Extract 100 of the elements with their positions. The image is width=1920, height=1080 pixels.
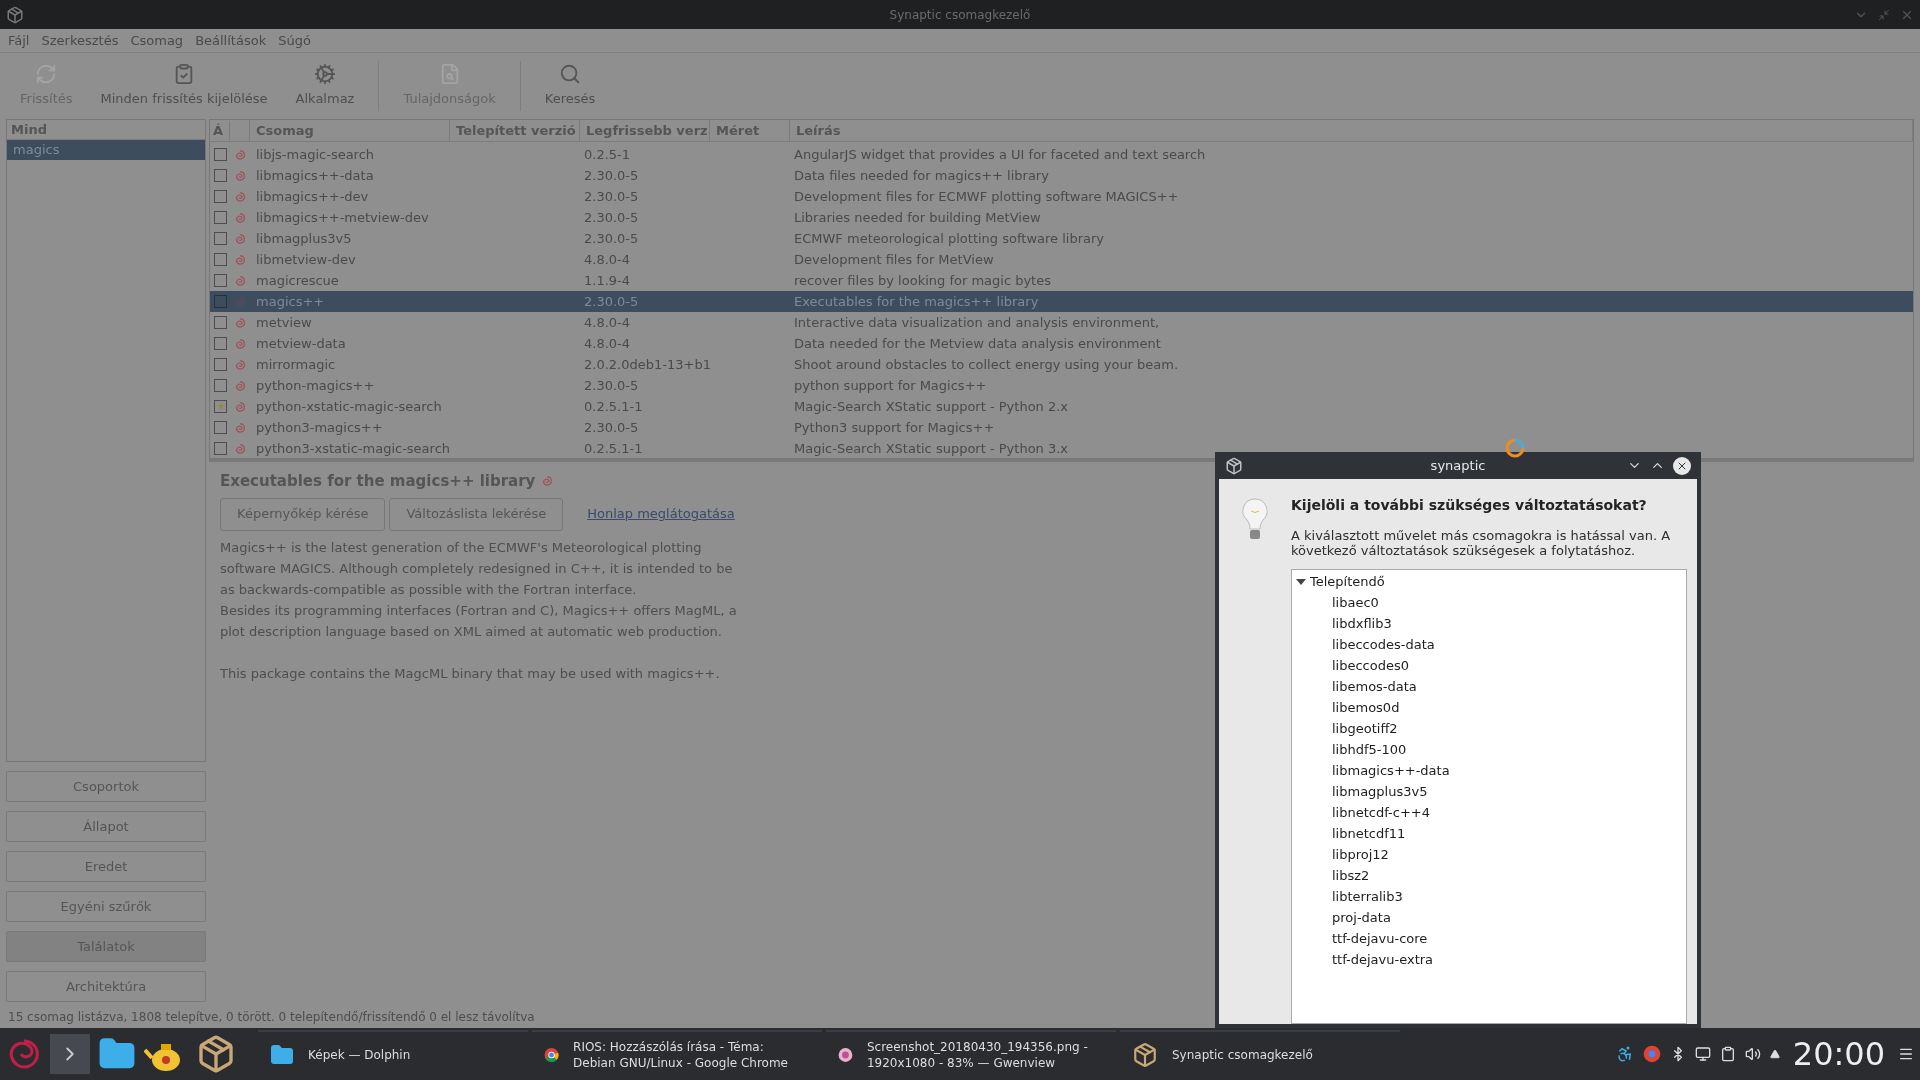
tree-item[interactable]: ttf-dejavu-extra xyxy=(1332,949,1434,970)
tree-item[interactable]: libmagics++-data xyxy=(1332,760,1450,781)
package-row[interactable]: libmetview-dev 4.8.0-4 Development files for MetView xyxy=(210,249,1913,270)
menu-item[interactable]: Szerkesztés xyxy=(35,30,125,51)
tree-item[interactable]: libterralib3 xyxy=(1332,886,1403,907)
package-row[interactable]: magics++ 2.30.0-5 Executables for the magics++ library xyxy=(210,291,1913,312)
package-row[interactable]: python-xstatic-magic-search 0.2.5.1-1 Magic-Search XStatic support - Python 2.x xyxy=(210,396,1913,417)
clipboard-icon[interactable] xyxy=(1719,1046,1736,1062)
clock[interactable]: 20:00 xyxy=(1788,1030,1889,1078)
expand-tray-icon[interactable] xyxy=(1769,1049,1780,1059)
package-row[interactable]: magicrescue 1.1.9-4 recover files by looking for magic bytes xyxy=(210,270,1913,291)
tree-item[interactable]: libproj12 xyxy=(1332,844,1389,865)
package-row[interactable]: libmagics++-dev 2.30.0-5 Development files for ECMWF plotting software MAGICS++ xyxy=(210,186,1913,207)
package-row[interactable]: libmagics++-metview-dev 2.30.0-5 Libraries needed for building MetView xyxy=(210,207,1913,228)
tree-item[interactable]: proj-data xyxy=(1332,907,1391,928)
accessibility-icon[interactable] xyxy=(1615,1045,1634,1063)
menu-item[interactable]: Súgó xyxy=(272,30,317,51)
taskbar-task[interactable]: Synaptic csomagkezelő xyxy=(1120,1030,1400,1078)
tree-item[interactable]: libsz2 xyxy=(1332,865,1370,886)
tree-item[interactable]: libmagplus3v5 xyxy=(1332,781,1428,802)
menu-item[interactable]: Csomag xyxy=(124,30,190,51)
expanded-triangle-icon[interactable] xyxy=(1296,576,1306,587)
details-button[interactable]: Változáslista lekérése xyxy=(389,497,564,531)
package-row[interactable]: libmagics++-data 2.30.0-5 Data files needed for magics++ library xyxy=(210,165,1913,186)
filter-button[interactable]: Csoportok xyxy=(6,771,206,802)
toolbar-button[interactable]: Alkalmaz xyxy=(281,63,369,109)
column-header[interactable]: Csomag xyxy=(256,120,314,141)
browser-tray-icon[interactable] xyxy=(1642,1045,1661,1063)
tree-item[interactable]: libaec0 xyxy=(1332,592,1379,613)
tree-item[interactable]: ttf-dejavu-core xyxy=(1332,928,1428,949)
menu-item[interactable]: Beállítások xyxy=(189,30,273,51)
taskbar-task[interactable]: RIOS: Hozzászólás írása - Téma: Debian GNU/Linux - Google Chrome xyxy=(532,1030,822,1078)
swirl-icon xyxy=(234,337,246,350)
checkbox[interactable] xyxy=(213,316,227,329)
menu-item[interactable]: Fájl xyxy=(2,30,36,51)
package-row[interactable]: python3-xstatic-magic-search 0.2.5.1-1 Magic-Search XStatic support - Python 3.x xyxy=(210,438,1913,458)
column-header[interactable]: Leírás xyxy=(796,120,841,141)
tree-item[interactable]: libemos0d xyxy=(1332,697,1400,718)
column-header[interactable]: Telepített verzió xyxy=(456,120,576,141)
package-row[interactable]: python-magics++ 2.30.0-5 python support for Magics++ xyxy=(210,375,1913,396)
checkbox[interactable] xyxy=(213,337,227,350)
volume-icon[interactable] xyxy=(1744,1046,1761,1062)
new-checkbox-icon[interactable] xyxy=(213,400,227,413)
package-row[interactable]: mirrormagic 2.0.2.0deb1-13+b1 Shoot around obstacles to collect energy using your beam. xyxy=(210,354,1913,375)
column-header[interactable]: Á xyxy=(213,122,224,138)
tree-item[interactable]: libgeotiff2 xyxy=(1332,718,1398,739)
tree-item[interactable]: libdxflib3 xyxy=(1332,613,1392,634)
filter-button[interactable]: Architektúra xyxy=(6,971,206,1002)
latest-version: 2.30.0-5 xyxy=(584,209,639,225)
package-row[interactable]: python3-magics++ 2.30.0-5 Python3 support for Magics++ xyxy=(210,417,1913,438)
package-row[interactable]: metview 4.8.0-4 Interactive data visualization and analysis environment, xyxy=(210,312,1913,333)
tree-item[interactable]: libhdf5-100 xyxy=(1332,739,1407,760)
taskbar-task[interactable]: Screenshot_20180430_194356.png - 1920x1080 - 83% — Gwenview xyxy=(826,1030,1116,1078)
close-button[interactable] xyxy=(1673,456,1691,475)
package-name: python3-magics++ xyxy=(256,419,383,435)
tree-item[interactable]: libeccodes0 xyxy=(1332,655,1410,676)
tree-item[interactable]: libemos-data xyxy=(1332,676,1417,697)
app-icon xyxy=(1225,456,1243,475)
homepage-link[interactable]: Honlap meglátogatása xyxy=(587,504,735,524)
tree-item[interactable]: Telepítendő xyxy=(1310,571,1385,592)
checkbox[interactable] xyxy=(213,295,227,308)
package-row[interactable]: libjs-magic-search 0.2.5-1 AngularJS widget that provides a UI for faceted and text search xyxy=(210,144,1913,165)
column-header[interactable]: Legfrissebb verz xyxy=(586,120,708,141)
details-button[interactable]: Képernyőkép kérése xyxy=(220,497,386,531)
tree-item[interactable]: libnetcdf-c++4 xyxy=(1332,802,1430,823)
description-text: This package contains the MagcML binary that may be used with magics++. xyxy=(220,664,721,683)
filter-item[interactable]: magics xyxy=(7,140,205,160)
menu-icon[interactable] xyxy=(1898,1046,1914,1062)
taskbar-task[interactable]: Képek — Dolphin xyxy=(258,1030,528,1078)
checkbox[interactable] xyxy=(213,442,227,455)
package-launcher-icon[interactable] xyxy=(196,1034,236,1074)
tree-item[interactable]: libeccodes-data xyxy=(1332,634,1435,655)
checkbox[interactable] xyxy=(213,232,227,245)
checkbox[interactable] xyxy=(213,379,227,392)
checkbox[interactable] xyxy=(213,169,227,182)
package-name: magicrescue xyxy=(256,272,339,288)
filter-button[interactable]: Állapot xyxy=(6,811,206,842)
checkbox[interactable] xyxy=(213,358,227,371)
toolbar-button[interactable]: Keresés xyxy=(530,63,610,109)
filter-button[interactable]: Egyéni szűrők xyxy=(6,891,206,922)
package-row[interactable]: libmagplus3v5 2.30.0-5 ECMWF meteorological plotting software library xyxy=(210,228,1913,249)
package-row[interactable]: metview-data 4.8.0-4 Data needed for the Metview data analysis environment xyxy=(210,333,1913,354)
checkbox[interactable] xyxy=(213,211,227,224)
package-name: python-xstatic-magic-search xyxy=(256,398,442,414)
package-name: magics++ xyxy=(256,293,325,309)
tree-item[interactable]: libnetcdf11 xyxy=(1332,823,1406,844)
checkbox[interactable] xyxy=(213,148,227,161)
checkbox[interactable] xyxy=(213,421,227,434)
checkbox[interactable] xyxy=(213,190,227,203)
swirl-icon xyxy=(234,421,246,434)
checkbox[interactable] xyxy=(213,274,227,287)
swirl-icon xyxy=(234,274,246,287)
terminal-launcher[interactable] xyxy=(50,1034,90,1074)
package-description: Python3 support for Magics++ xyxy=(794,419,995,435)
toolbar-button[interactable]: Minden frissítés kijelölése xyxy=(86,63,282,109)
filter-button[interactable]: Eredet xyxy=(6,851,206,882)
column-header[interactable]: Méret xyxy=(716,120,760,141)
package-description: Magic-Search XStatic support - Python 3.x xyxy=(794,440,1069,456)
checkbox[interactable] xyxy=(213,253,227,266)
status-text: 15 csomag listázva, 1808 telepítve, 0 törött. 0 telepítendő/frissítendő 0 el lesz távolítva xyxy=(8,1009,535,1026)
